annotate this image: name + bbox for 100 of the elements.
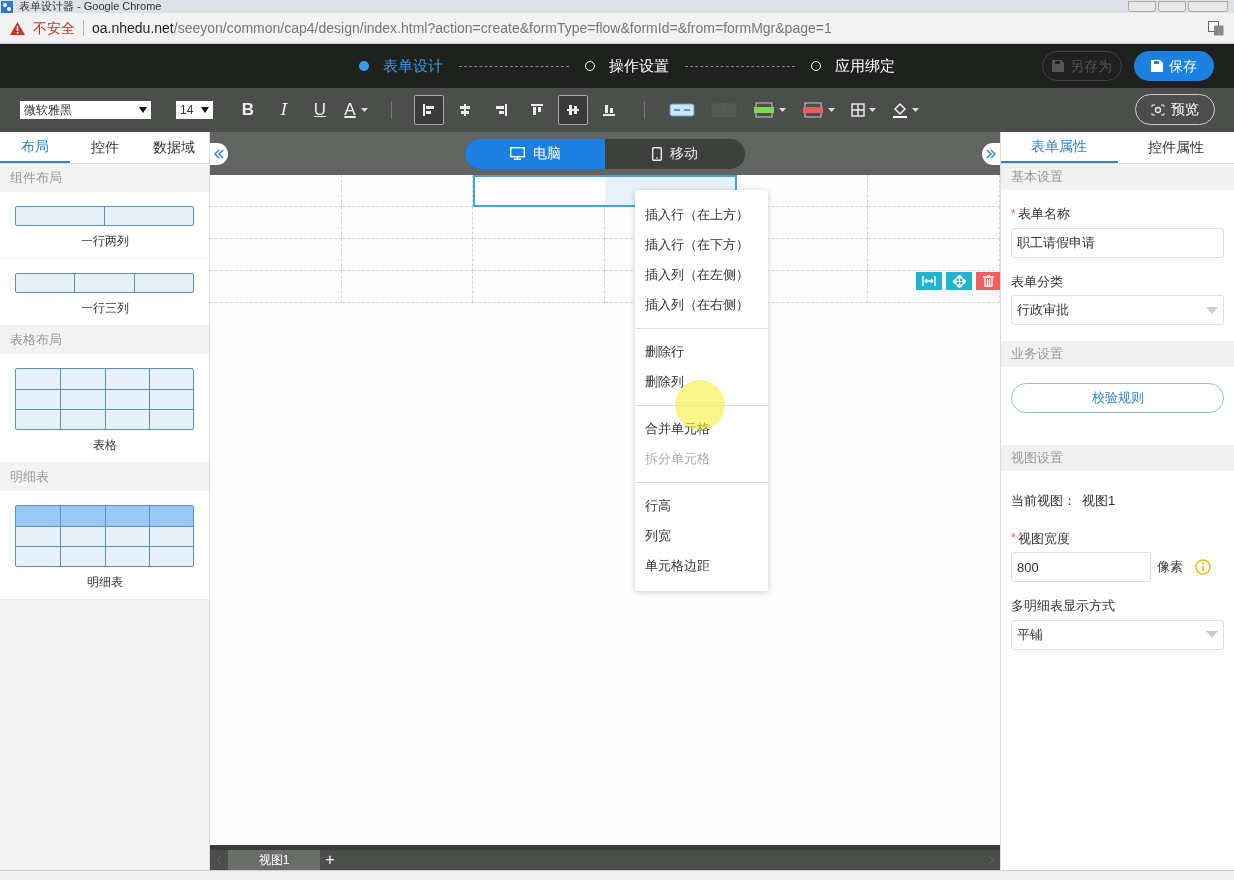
collapse-left-button[interactable] (210, 142, 228, 165)
field-label: 表单名称 (1017, 205, 1070, 223)
merge-cells-icon (669, 103, 695, 117)
step-tab[interactable]: 表单设计 (359, 54, 443, 78)
align-right-icon (493, 102, 509, 118)
menu-item[interactable]: 插入列（在左侧） (635, 260, 768, 290)
double-chevron-left-icon (214, 148, 224, 159)
minimize-button[interactable] (1128, 1, 1156, 12)
layout-item-label: 一行三列 (80, 300, 129, 317)
unit-label: 像素 (1157, 558, 1183, 577)
trash-icon (982, 275, 994, 287)
info-value: 视图1 (1082, 492, 1116, 510)
align-button[interactable] (414, 95, 444, 125)
caret-icon (360, 108, 368, 112)
menu-item[interactable]: 列宽 (635, 521, 768, 551)
monitor-icon (509, 147, 525, 160)
panel-tab[interactable]: 布局 (0, 132, 70, 163)
dropdown-arrow-icon (201, 107, 209, 113)
grid-cell[interactable] (210, 239, 342, 271)
device-tab[interactable]: 移动 (605, 138, 745, 169)
menu-item[interactable]: 插入行（在上方） (635, 200, 768, 230)
align-top-icon (529, 102, 545, 118)
panel-tab[interactable]: 控件属性 (1117, 132, 1234, 163)
device-tab[interactable]: 电脑 (465, 138, 605, 169)
save-button[interactable]: 保存 (1134, 51, 1214, 81)
panel-tab[interactable]: 控件 (69, 132, 140, 163)
align-bottom-icon (601, 102, 617, 118)
add-view-button[interactable]: + (320, 850, 340, 870)
scroll-right-icon (988, 855, 994, 865)
section-title: 业务设置 (1011, 345, 1063, 364)
layout-item-label: 一行两列 (80, 233, 129, 250)
section-title: 明细表 (10, 468, 49, 487)
select-field[interactable]: 平铺 (1011, 619, 1224, 650)
section-title: 视图设置 (1011, 449, 1063, 468)
warning-icon (10, 21, 25, 35)
step-tab[interactable]: 操作设置 (585, 54, 669, 78)
field-label: 表单分类 (1011, 272, 1063, 291)
info-icon (1195, 559, 1211, 575)
double-chevron-right-icon (986, 148, 996, 159)
align-button[interactable] (558, 95, 588, 125)
grid-cell[interactable] (341, 271, 474, 303)
app-logo-icon (1, 0, 13, 13)
align-center-icon (457, 102, 473, 118)
maximize-button[interactable] (1158, 1, 1186, 12)
italic-button[interactable]: I (271, 96, 297, 124)
delete-row-icon (802, 102, 824, 118)
grid-cell[interactable] (341, 207, 474, 239)
font-select[interactable]: 微软雅黑 (20, 101, 151, 119)
field-label: 多明细表显示方式 (1011, 597, 1115, 615)
text-field[interactable]: 800 (1011, 552, 1151, 582)
resize-icon (922, 276, 936, 286)
delete-button[interactable] (976, 272, 1000, 290)
grid-cell[interactable] (473, 239, 605, 271)
color-button[interactable]: A (343, 96, 369, 124)
resize-button[interactable] (916, 272, 942, 290)
menu-item[interactable]: 删除列 (635, 367, 768, 397)
paint-bucket-icon (892, 102, 908, 118)
caret-icon (828, 108, 835, 112)
section-title: 组件布局 (10, 169, 62, 188)
grid-cell[interactable] (473, 271, 605, 303)
grid-cell[interactable] (210, 271, 342, 303)
eye-icon (1151, 103, 1165, 116)
step-tab[interactable]: 应用绑定 (811, 54, 895, 78)
panel-tab[interactable]: 数据域 (139, 132, 209, 163)
text-field[interactable]: 职工请假申请 (1011, 227, 1224, 258)
translate-icon (1208, 20, 1224, 36)
grid-cell[interactable] (473, 207, 605, 239)
dropdown-arrow-icon (1206, 306, 1218, 314)
section-title: 表格布局 (10, 331, 62, 350)
size-select[interactable]: 14 (176, 101, 213, 119)
bold-button[interactable]: B (235, 96, 261, 124)
menu-item[interactable]: 删除行 (635, 337, 768, 367)
menu-item[interactable]: 插入行（在下方） (635, 230, 768, 260)
layout-item-label: 表格 (92, 437, 117, 454)
required-mark: * (1011, 205, 1016, 223)
menu-item[interactable]: 行高 (635, 491, 768, 521)
select-field[interactable]: 行政审批 (1011, 295, 1224, 325)
menu-item[interactable]: 单元格边距 (635, 551, 768, 581)
window-title: 表单设计器 - Google Chrome (19, 0, 162, 13)
close-button[interactable] (1188, 1, 1228, 12)
collapse-right-button[interactable] (982, 142, 1000, 165)
phone-icon (652, 146, 662, 161)
insert-row-icon (753, 102, 775, 118)
required-mark: * (1011, 530, 1016, 548)
view-tab[interactable]: 视图1 (228, 850, 320, 870)
grid-cell[interactable] (473, 175, 605, 207)
grid-cell[interactable] (210, 207, 342, 239)
info-label: 当前视图： (1011, 492, 1076, 510)
move-button[interactable] (946, 272, 972, 290)
underline-button[interactable]: U (307, 96, 333, 124)
caret-icon (869, 108, 876, 112)
menu-item[interactable]: 插入列（在右侧） (635, 290, 768, 320)
security-label: 不安全 (33, 18, 75, 38)
grid-cell[interactable] (341, 239, 474, 271)
dropdown-arrow-icon (1206, 631, 1218, 638)
grid-cell[interactable] (210, 175, 342, 207)
url-field[interactable]: oa.nhedu.net/seeyon/common/cap4/design/index.html?action=create&formType=flow&formId=&from=formMgr&page=1 (92, 17, 832, 39)
validation-rules-button[interactable]: 校验规则 (1011, 383, 1224, 413)
scroll-left-icon (216, 855, 222, 865)
align-middle-icon (565, 102, 581, 118)
